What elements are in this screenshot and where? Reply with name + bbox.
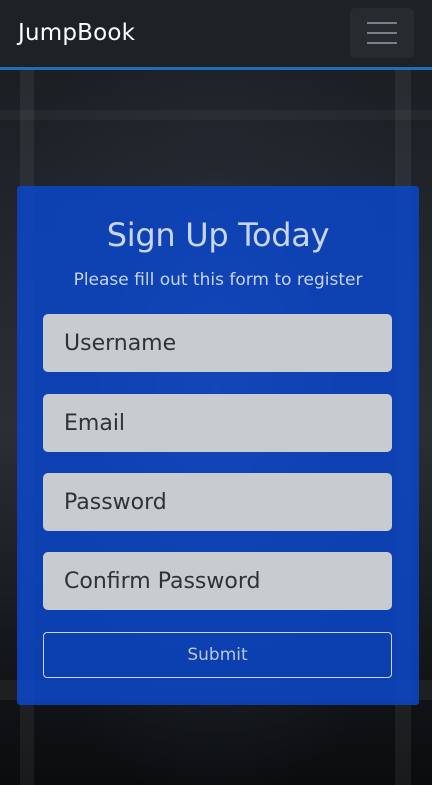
hamburger-menu-icon: [367, 22, 397, 24]
background-beam: [0, 110, 432, 120]
form-title: Sign Up Today: [106, 216, 330, 254]
confirm-password-field[interactable]: [43, 552, 392, 610]
submit-button[interactable]: Submit: [43, 632, 392, 678]
hamburger-menu-icon: [367, 32, 397, 34]
hamburger-menu-icon: [367, 42, 397, 44]
signup-form: Sign Up Today Please fill out this form …: [17, 186, 419, 705]
navbar: JumpBook: [0, 0, 432, 70]
brand-logo-text[interactable]: JumpBook: [18, 20, 135, 46]
email-field[interactable]: [43, 394, 392, 452]
form-subtitle: Please fill out this form to register: [73, 270, 363, 290]
password-field[interactable]: [43, 473, 392, 531]
navbar-toggle-button[interactable]: [350, 8, 414, 58]
page: JumpBook Sign Up Today Please fill out t…: [0, 0, 432, 785]
username-field[interactable]: [43, 314, 392, 372]
